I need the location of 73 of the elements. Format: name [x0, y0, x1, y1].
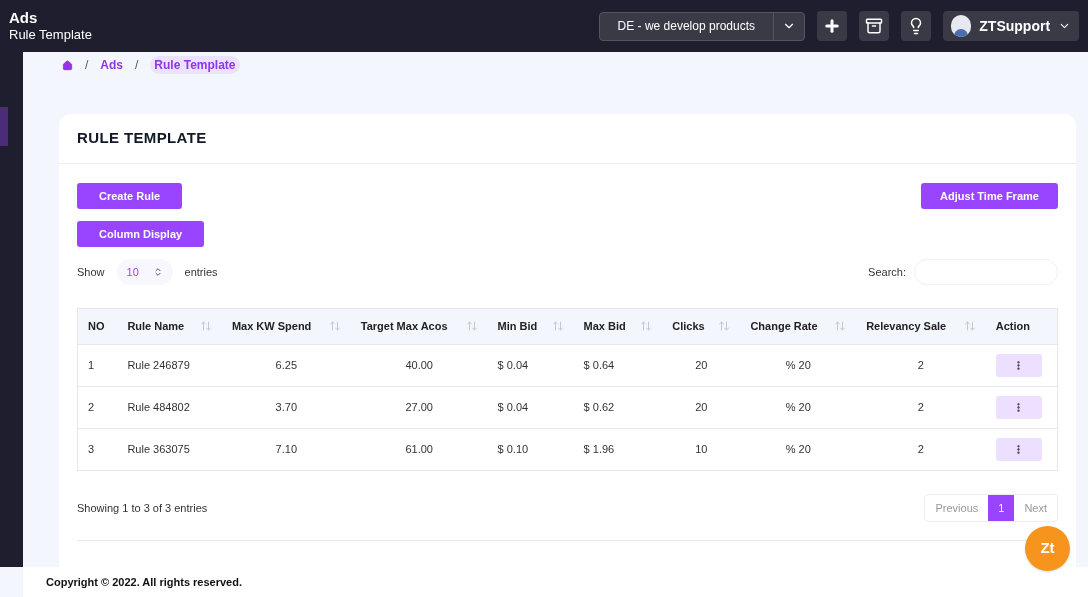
table-cell: 2	[856, 386, 986, 428]
column-header[interactable]: Max Bid	[573, 309, 663, 344]
table-cell: 6.25	[221, 344, 351, 386]
breadcrumb-link[interactable]: Rule Template	[150, 56, 240, 74]
sort-icon	[551, 320, 564, 333]
page-title: Ads	[9, 8, 39, 28]
column-header: NO	[78, 309, 118, 344]
table-cell: 2	[78, 386, 118, 428]
table-cell: 20	[662, 344, 741, 386]
home-icon[interactable]	[62, 59, 73, 71]
adjust-time-frame-button[interactable]: Adjust Time Frame	[921, 183, 1058, 209]
lightbulb-button[interactable]	[901, 11, 931, 41]
search-label: Search:	[868, 264, 906, 280]
entries-label: entries	[184, 264, 218, 280]
show-label: Show	[77, 264, 105, 280]
sort-icon	[718, 320, 731, 333]
table-cell: % 20	[740, 344, 857, 386]
table-cell: 2	[856, 428, 986, 470]
entries-info: Showing 1 to 3 of 3 entries	[77, 500, 208, 516]
table-cell: 10	[662, 428, 741, 470]
table-cell: 20	[662, 386, 741, 428]
breadcrumb-link[interactable]: Ads	[100, 56, 123, 74]
card-title: RULE TEMPLATE	[59, 114, 1076, 164]
sort-icon	[465, 320, 478, 333]
table-cell: $ 0.10	[487, 428, 574, 470]
entries-select[interactable]: 10	[116, 259, 173, 285]
table-cell: 1	[78, 344, 118, 386]
archive-box-icon	[865, 17, 883, 35]
table-cell: 3	[78, 428, 118, 470]
breadcrumb-separator: /	[135, 57, 139, 74]
table-cell: Rule 363075	[117, 428, 222, 470]
sort-icon	[834, 320, 847, 333]
add-button[interactable]	[817, 11, 847, 41]
column-header[interactable]: Max KW Spend	[221, 309, 351, 344]
plus-icon	[823, 17, 841, 35]
pagination-button[interactable]: 1	[988, 495, 1015, 521]
column-header[interactable]: Min Bid	[487, 309, 574, 344]
table-cell: $ 1.96	[573, 428, 663, 470]
table-cell: Rule 484802	[117, 386, 222, 428]
table-cell: 40.00	[350, 344, 488, 386]
table-cell: $ 0.64	[573, 344, 663, 386]
sort-caret-icon	[152, 267, 163, 277]
sidebar-active-marker	[0, 107, 8, 146]
table-cell: 2	[856, 344, 986, 386]
store-select[interactable]: DE - we develop products	[598, 11, 805, 41]
column-header[interactable]: Clicks	[662, 309, 741, 344]
table-cell: $ 0.04	[487, 344, 574, 386]
avatar-icon	[951, 15, 972, 37]
column-header[interactable]: Change Rate	[740, 309, 857, 344]
page-subtitle: Rule Template	[9, 27, 92, 44]
sort-icon	[199, 320, 212, 333]
table-cell: $ 0.62	[573, 386, 663, 428]
table-cell: 61.00	[350, 428, 488, 470]
column-header[interactable]: Relevancy Sale	[856, 309, 986, 344]
column-header[interactable]: Target Max Acos	[350, 309, 488, 344]
table-cell: $ 0.04	[487, 386, 574, 428]
column-header: Action	[985, 309, 1057, 344]
table-cell: 27.00	[350, 386, 488, 428]
table-cell: % 20	[740, 428, 857, 470]
table-cell: Rule 246879	[117, 344, 222, 386]
column-header[interactable]: Rule Name	[117, 309, 222, 344]
archive-button[interactable]	[859, 11, 889, 41]
footer: Copyright © 2022. All rights reserved.	[23, 567, 1088, 597]
sort-icon	[963, 320, 976, 333]
table-cell: 3.70	[221, 386, 351, 428]
sort-icon	[640, 320, 653, 333]
user-menu[interactable]: ZTSupport	[943, 11, 1079, 41]
breadcrumb-separator: /	[85, 57, 89, 74]
action-button[interactable]: Create Rule	[77, 183, 183, 209]
action-button[interactable]: Column Display	[77, 221, 205, 247]
sort-icon	[328, 320, 341, 333]
table-cell: % 20	[740, 386, 857, 428]
table-cell: 7.10	[221, 428, 351, 470]
